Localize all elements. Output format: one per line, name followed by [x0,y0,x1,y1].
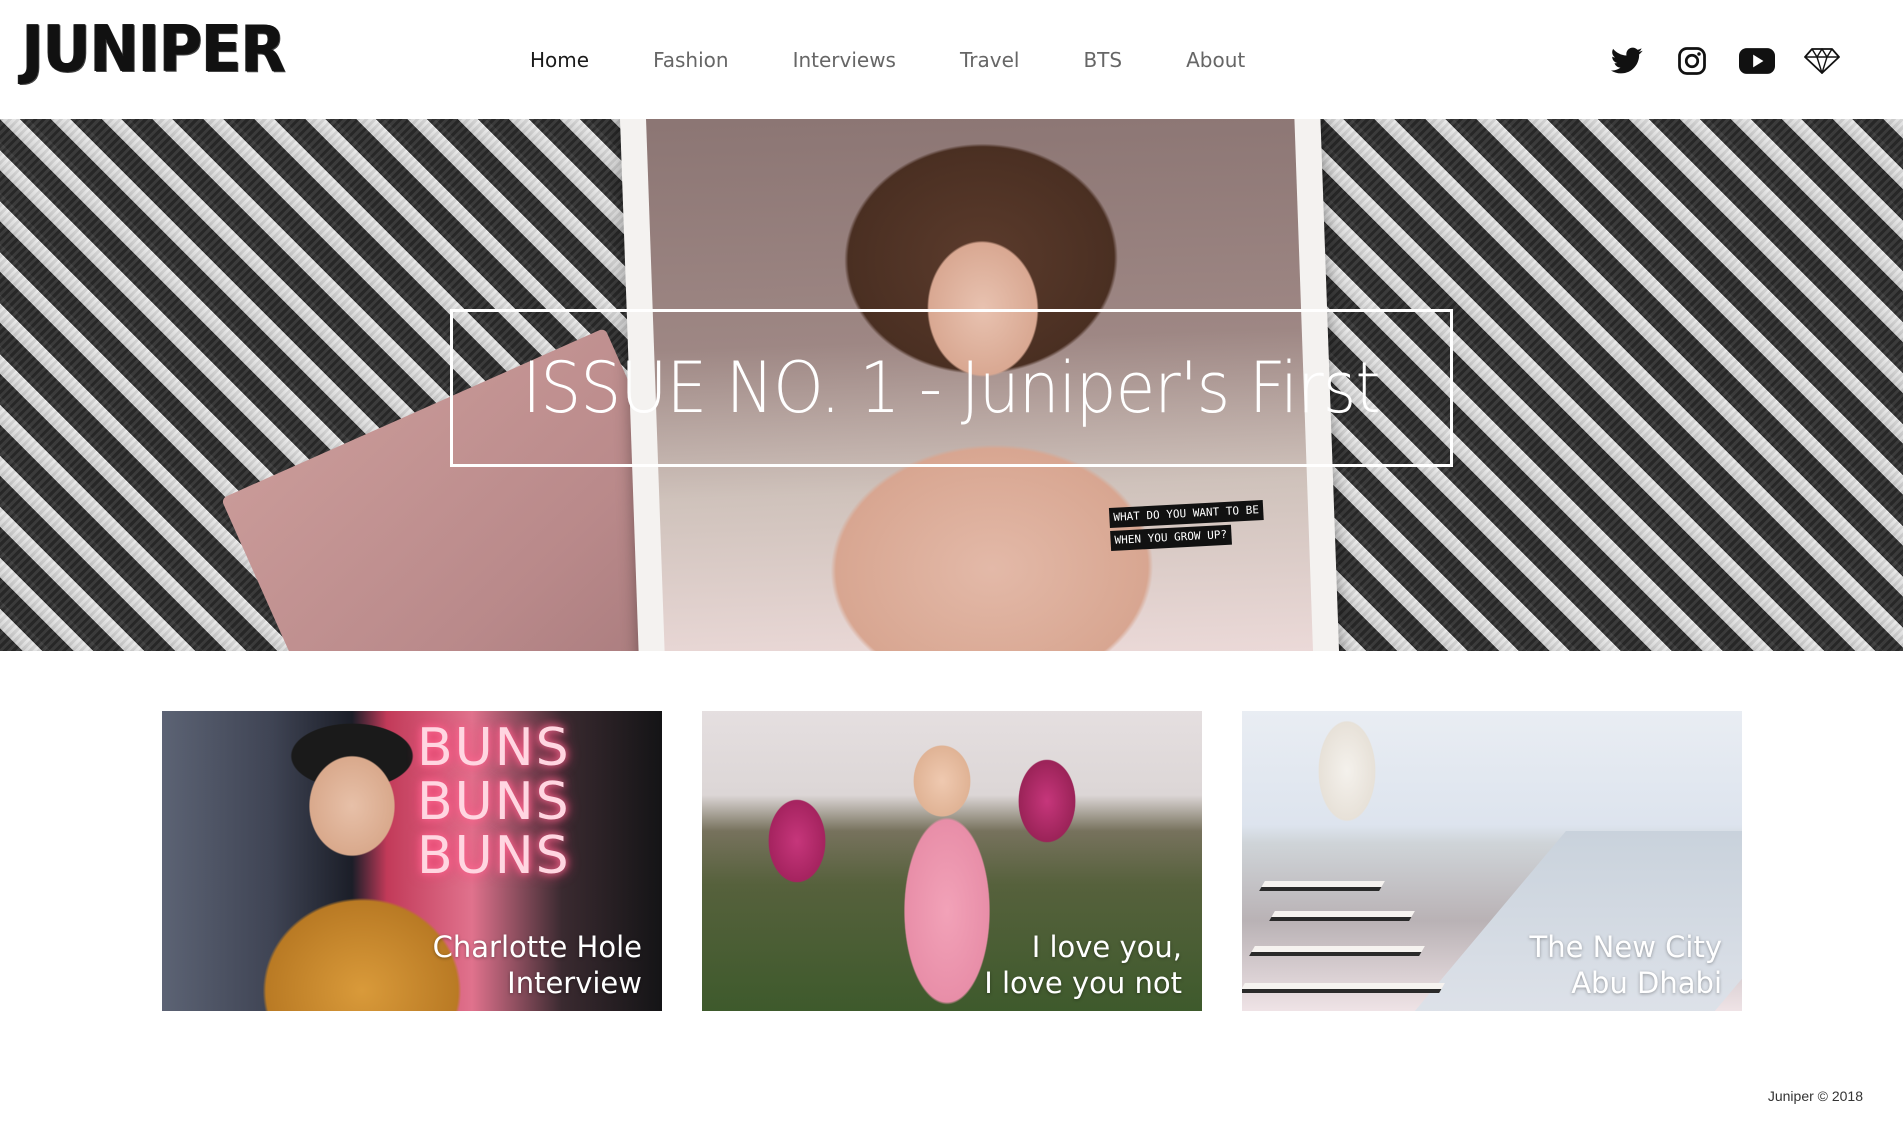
site-logo[interactable]: JUNIPER [22,18,286,82]
youtube-icon[interactable] [1738,42,1776,80]
footer-copyright: Juniper © 2018 [1767,1088,1863,1104]
nav-about[interactable]: About [1186,48,1245,72]
article-card-title: I love you, I love you not [984,929,1182,1001]
article-card-title-line-1: Charlotte Hole [432,930,642,964]
article-card-title-line-2: I love you not [984,966,1182,1000]
article-card-charlotte-hole[interactable]: BUNS BUNS BUNS Charlotte Hole Interview [162,711,662,1011]
featured-articles: BUNS BUNS BUNS Charlotte Hole Interview I … [162,711,1742,1011]
article-card-title-line-1: I love you, [1031,930,1182,964]
article-card-title: The New City Abu Dhabi [1530,929,1722,1001]
beach-lounger [1242,983,1445,993]
site-header: JUNIPER Home Fashion Interviews Travel B… [0,0,1903,119]
social-links [1581,42,1841,80]
diamond-icon[interactable] [1803,42,1841,80]
hero-title: ISSUE NO. 1 - Juniper's First [522,347,1381,429]
neon-sign: BUNS BUNS BUNS [417,718,571,886]
nav-interviews[interactable]: Interviews [793,48,896,72]
article-card-i-love-you[interactable]: I love you, I love you not [702,711,1202,1011]
hero-title-box[interactable]: ISSUE NO. 1 - Juniper's First [450,309,1453,467]
beach-lounger [1249,946,1425,956]
nav-bts[interactable]: BTS [1083,48,1122,72]
hero-caption-line-2: WHEN YOU GROW UP? [1110,524,1232,551]
hero-magazine-caption: WHAT DO YOU WANT TO BE WHEN YOU GROW UP? [1108,500,1265,554]
article-card-title: Charlotte Hole Interview [433,929,642,1001]
nav-home[interactable]: Home [530,48,589,72]
beach-lounger [1259,881,1385,891]
beach-lounger [1269,911,1415,921]
article-card-title-line-2: Interview [507,966,642,1000]
article-card-abu-dhabi[interactable]: The New City Abu Dhabi [1242,711,1742,1011]
article-card-title-line-1: The New City [1529,930,1722,964]
article-card-title-line-2: Abu Dhabi [1571,966,1722,1000]
hero-banner[interactable]: WHAT DO YOU WANT TO BE WHEN YOU GROW UP?… [0,119,1903,651]
nav-travel[interactable]: Travel [960,48,1019,72]
main-nav: Home Fashion Interviews Travel BTS About [530,48,1309,72]
nav-fashion[interactable]: Fashion [653,48,729,72]
twitter-icon[interactable] [1608,42,1646,80]
instagram-icon[interactable] [1673,42,1711,80]
